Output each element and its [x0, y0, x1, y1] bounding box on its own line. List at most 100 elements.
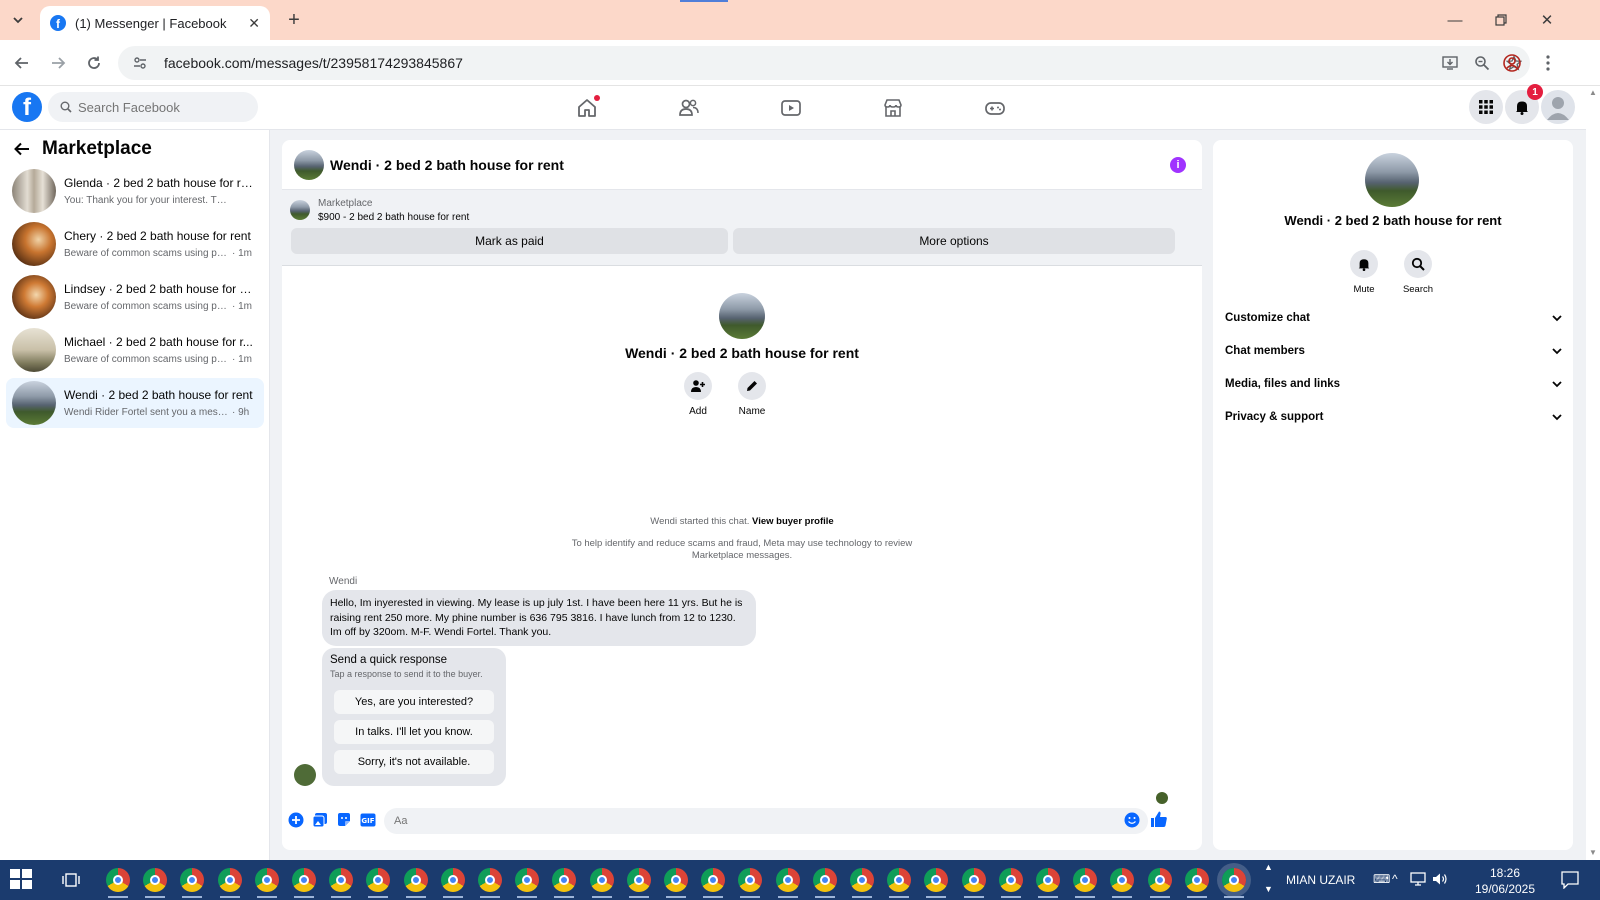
install-app-icon[interactable]	[1434, 49, 1466, 77]
site-info-icon[interactable]	[130, 53, 150, 73]
minimize-button[interactable]: —	[1440, 8, 1470, 32]
restore-button[interactable]	[1486, 8, 1516, 32]
chrome-taskbar-icon[interactable]	[887, 868, 911, 898]
mark-as-paid-button[interactable]: Mark as paid	[291, 228, 728, 254]
page-scrollbar[interactable]: ▲ ▼	[1586, 86, 1600, 860]
show-hidden-icons-chevron-icon[interactable]: ^	[1392, 872, 1398, 886]
volume-icon[interactable]	[1432, 872, 1448, 889]
gallery-icon[interactable]	[312, 812, 328, 828]
listing-title[interactable]: $900 - 2 bed 2 bath house for rent	[318, 212, 469, 223]
active-tab[interactable]: f (1) Messenger | Facebook ✕	[40, 6, 270, 40]
chrome-taskbar-icon[interactable]	[1036, 868, 1060, 898]
browser-menu-button[interactable]	[1536, 51, 1560, 75]
chrome-taskbar-icon[interactable]	[999, 868, 1023, 898]
chrome-taskbar-icon[interactable]	[1073, 868, 1097, 898]
chrome-taskbar-icon[interactable]	[664, 868, 688, 898]
back-arrow-icon[interactable]	[14, 142, 30, 156]
notification-center-icon[interactable]	[1561, 871, 1579, 892]
conversation-item[interactable]: Glenda · 2 bed 2 bath house for rent You…	[6, 166, 264, 216]
nav-home[interactable]	[572, 93, 602, 123]
conversation-item-active[interactable]: Wendi · 2 bed 2 bath house for rent Wend…	[6, 378, 264, 428]
details-avatar[interactable]	[1365, 153, 1419, 207]
customize-chat-section[interactable]: Customize chat	[1225, 303, 1563, 333]
chat-members-section[interactable]: Chat members	[1225, 336, 1563, 366]
chrome-taskbar-icon[interactable]	[1222, 868, 1246, 898]
thumbs-up-icon[interactable]	[1150, 810, 1168, 828]
forward-button[interactable]	[46, 51, 70, 75]
nav-marketplace[interactable]	[878, 93, 908, 123]
chrome-taskbar-icon[interactable]	[180, 868, 204, 898]
privacy-support-section[interactable]: Privacy & support	[1225, 402, 1563, 432]
sticker-icon[interactable]	[336, 812, 352, 828]
emoji-icon[interactable]	[1124, 812, 1140, 828]
chrome-taskbar-icon[interactable]	[143, 868, 167, 898]
chrome-taskbar-icon[interactable]	[924, 868, 948, 898]
zoom-icon[interactable]	[1466, 49, 1498, 77]
keyboard-icon[interactable]: ⌨	[1373, 872, 1390, 886]
chrome-taskbar-icon[interactable]	[106, 868, 130, 898]
nav-gaming[interactable]	[980, 93, 1010, 123]
quick-response-button[interactable]: Sorry, it's not available.	[334, 750, 494, 774]
account-avatar[interactable]	[1541, 90, 1575, 124]
facebook-search-input[interactable]	[78, 99, 248, 115]
chrome-taskbar-icon[interactable]	[627, 868, 651, 898]
chrome-taskbar-icon[interactable]	[1110, 868, 1134, 898]
chrome-taskbar-icon[interactable]	[366, 868, 390, 898]
chrome-taskbar-icon[interactable]	[552, 868, 576, 898]
chrome-taskbar-icon[interactable]	[329, 868, 353, 898]
conversation-item[interactable]: Chery · 2 bed 2 bath house for rent Bewa…	[6, 219, 264, 269]
notifications-button[interactable]: 1	[1505, 84, 1543, 124]
scroll-up-arrow-icon[interactable]: ▲	[1589, 88, 1597, 97]
tab-search-button[interactable]	[6, 8, 30, 32]
chrome-taskbar-icon[interactable]	[962, 868, 986, 898]
chrome-taskbar-icon[interactable]	[478, 868, 502, 898]
chrome-taskbar-icon[interactable]	[292, 868, 316, 898]
chrome-taskbar-icon[interactable]	[441, 868, 465, 898]
chrome-taskbar-icon[interactable]	[813, 868, 837, 898]
media-files-links-section[interactable]: Media, files and links	[1225, 369, 1563, 399]
message-input[interactable]	[384, 808, 1148, 834]
plus-circle-icon[interactable]	[288, 812, 304, 828]
facebook-logo-icon[interactable]: f	[12, 92, 42, 122]
network-icon[interactable]	[1410, 872, 1426, 889]
chrome-taskbar-icon[interactable]	[255, 868, 279, 898]
add-people-button[interactable]: Add	[668, 372, 728, 417]
view-buyer-profile-link[interactable]: View buyer profile	[752, 516, 834, 527]
chrome-taskbar-icon[interactable]	[1185, 868, 1209, 898]
taskbar-user-name[interactable]: MIAN UZAIR	[1286, 873, 1355, 887]
close-window-button[interactable]: ✕	[1532, 8, 1562, 32]
tray-scroll-up-icon[interactable]: ▲	[1264, 862, 1273, 872]
edit-name-button[interactable]: Name	[722, 372, 782, 417]
chat-profile-avatar[interactable]	[719, 293, 765, 339]
task-view-button[interactable]	[60, 870, 82, 890]
browser-profile-button[interactable]	[1500, 51, 1524, 75]
windows-start-button[interactable]	[10, 869, 34, 891]
menu-button[interactable]	[1469, 90, 1503, 124]
tray-scroll-down-icon[interactable]: ▼	[1264, 884, 1273, 894]
back-button[interactable]	[10, 51, 34, 75]
nav-friends[interactable]	[674, 93, 704, 123]
chrome-taskbar-icon[interactable]	[404, 868, 428, 898]
chrome-taskbar-icon[interactable]	[701, 868, 725, 898]
quick-response-button[interactable]: Yes, are you interested?	[334, 690, 494, 714]
chat-title[interactable]: Wendi · 2 bed 2 bath house for rent	[330, 157, 564, 173]
mute-button[interactable]: Mute	[1334, 250, 1394, 295]
chrome-taskbar-icon[interactable]	[738, 868, 762, 898]
chrome-taskbar-icon[interactable]	[515, 868, 539, 898]
new-tab-button[interactable]: +	[282, 8, 306, 32]
chrome-taskbar-icon[interactable]	[850, 868, 874, 898]
chat-avatar[interactable]	[294, 149, 324, 180]
conversation-item[interactable]: Lindsey · 2 bed 2 bath house for re... B…	[6, 272, 264, 322]
chrome-taskbar-icon[interactable]	[218, 868, 242, 898]
quick-response-button[interactable]: In talks. I'll let you know.	[334, 720, 494, 744]
nav-watch[interactable]	[776, 93, 806, 123]
message-bubble[interactable]: Hello, Im inyerested in viewing. My leas…	[322, 590, 756, 646]
reload-button[interactable]	[82, 51, 106, 75]
tab-close-icon[interactable]: ✕	[248, 15, 260, 32]
chrome-taskbar-icon[interactable]	[776, 868, 800, 898]
chrome-taskbar-icon[interactable]	[1148, 868, 1172, 898]
taskbar-date[interactable]: 19/06/2025	[1457, 882, 1553, 896]
conversation-item[interactable]: Michael · 2 bed 2 bath house for r... Be…	[6, 325, 264, 375]
scroll-down-arrow-icon[interactable]: ▼	[1589, 848, 1597, 857]
search-in-chat-button[interactable]: Search	[1388, 250, 1448, 295]
